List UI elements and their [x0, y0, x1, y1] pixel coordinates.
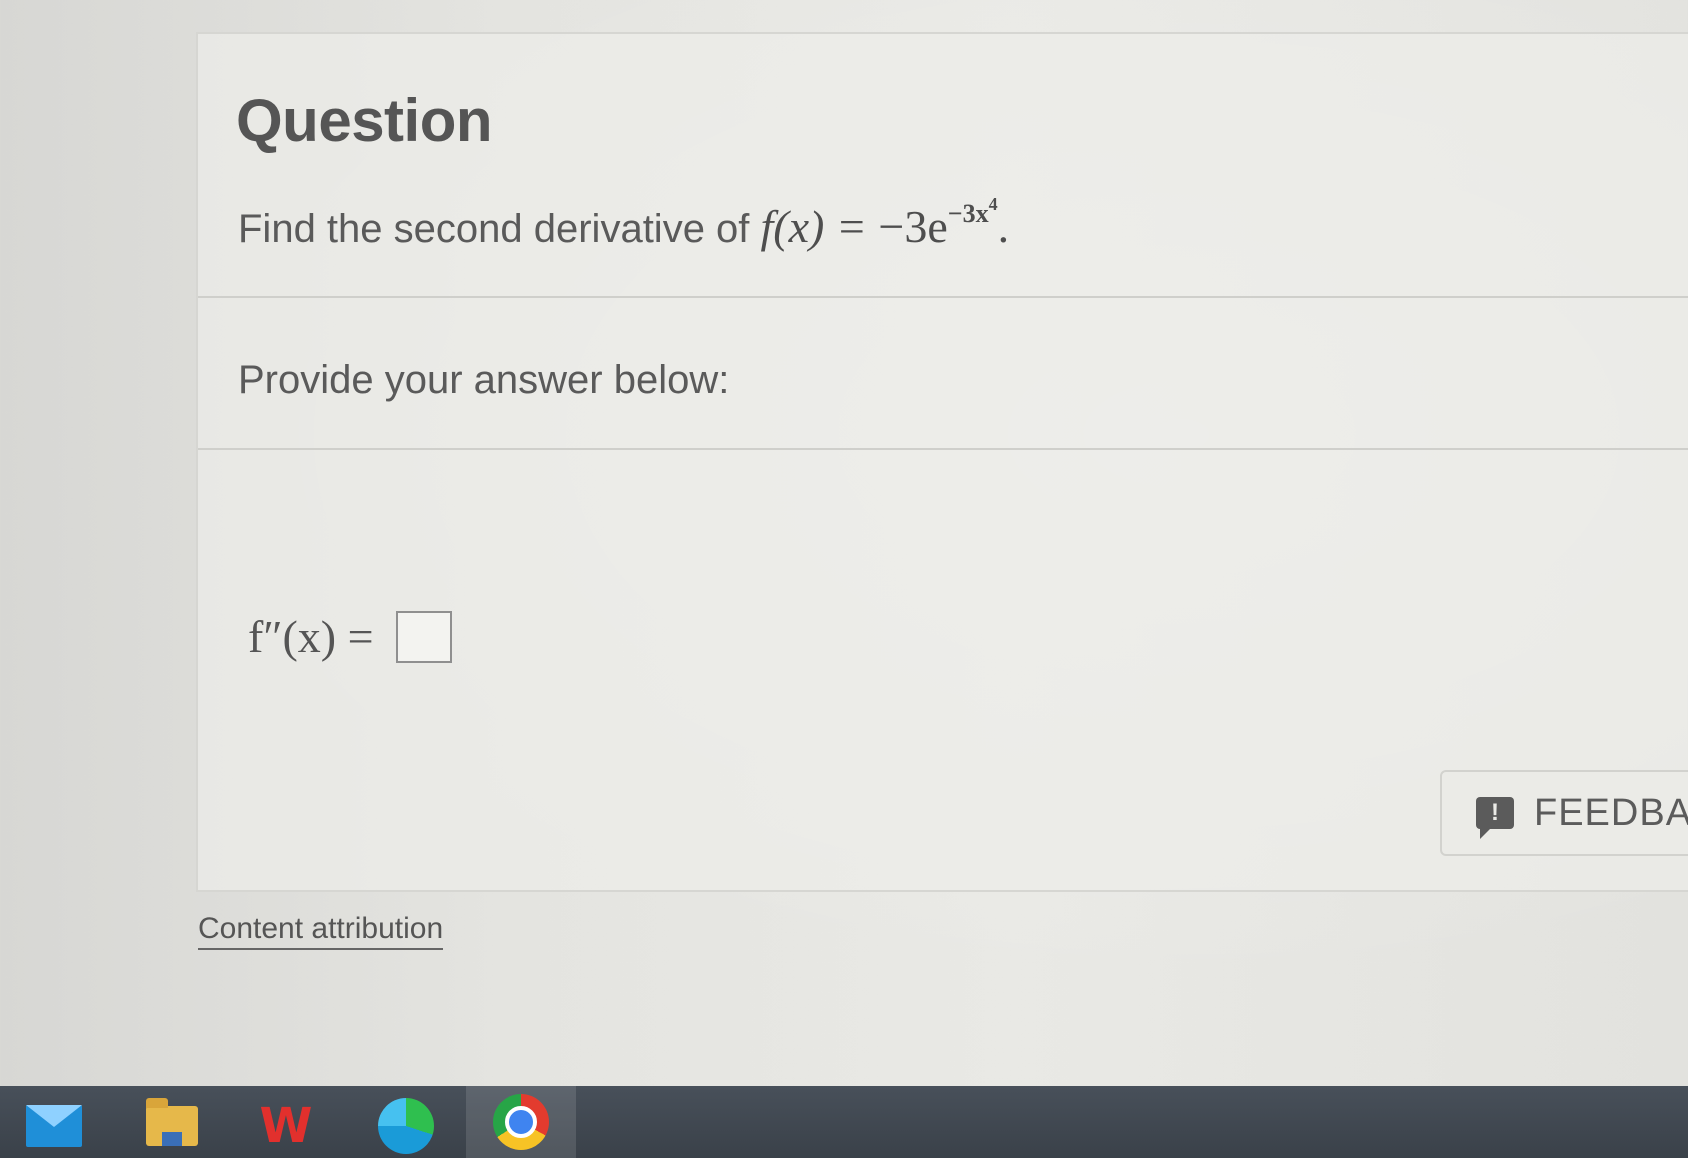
question-text: Find the second derivative of f(x) = −3e… — [238, 194, 1010, 253]
content-attribution-link[interactable]: Content attribution — [198, 912, 444, 950]
question-prefix: Find the second derivative of — [238, 207, 761, 251]
taskbar-mail[interactable] — [24, 1096, 84, 1156]
chrome-icon — [493, 1094, 549, 1150]
taskbar-wps-office[interactable]: W — [256, 1096, 316, 1156]
feedback-label: FEEDBA — [1534, 791, 1688, 834]
answer-label: f″(x) = — [248, 611, 374, 662]
file-explorer-icon — [146, 1098, 198, 1146]
exponent-power: 4 — [988, 194, 998, 214]
answer-prompt: Provide your answer below: — [238, 358, 730, 402]
question-section: Question Find the second derivative of f… — [198, 34, 1688, 298]
answer-input[interactable] — [395, 610, 452, 663]
function-lhs: f(x) = — [760, 201, 879, 252]
taskbar-file-explorer[interactable] — [142, 1096, 202, 1156]
taskbar: W — [0, 1086, 1688, 1158]
taskbar-edge[interactable] — [376, 1096, 436, 1156]
mail-icon — [26, 1105, 82, 1147]
exponent-base: −3x — [947, 199, 989, 228]
taskbar-chrome[interactable] — [466, 1086, 576, 1158]
question-period: . — [997, 201, 1010, 252]
feedback-icon: ! — [1476, 797, 1514, 839]
question-card: Question Find the second derivative of f… — [196, 32, 1688, 892]
question-function: f(x) = −3e−3x4. — [760, 194, 1010, 252]
edge-icon — [378, 1098, 434, 1154]
wps-office-icon: W — [259, 1098, 313, 1154]
function-coefficient: −3e — [878, 201, 948, 252]
answer-row: f″(x) = — [248, 610, 452, 663]
function-exponent: −3x4 — [947, 194, 998, 228]
prompt-section: Provide your answer below: — [198, 298, 1688, 450]
feedback-button[interactable]: ! FEEDBA — [1440, 770, 1688, 856]
question-heading: Question — [236, 87, 493, 154]
